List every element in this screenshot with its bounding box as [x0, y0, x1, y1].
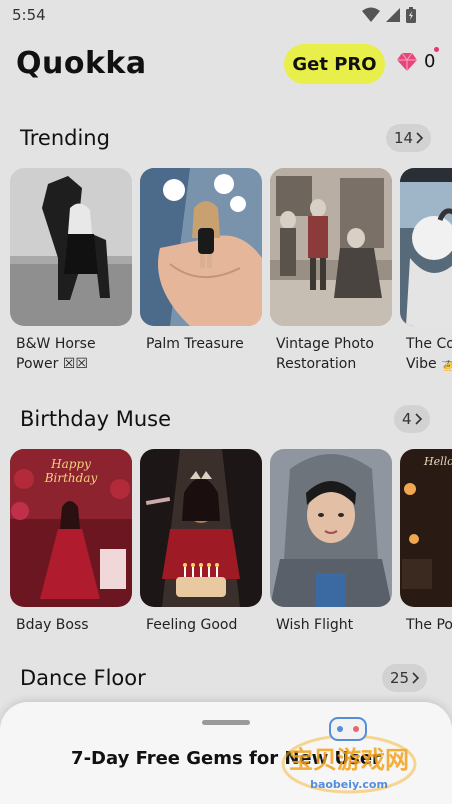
template-card[interactable]: Hello, a new The Po	[400, 449, 452, 635]
template-card[interactable]: Palm Treasure	[140, 168, 262, 374]
card-title: The Po	[406, 617, 452, 633]
card-thumbnail	[140, 449, 262, 607]
card-overlay-text: Hello, a new	[424, 455, 452, 468]
see-all-button[interactable]: 14	[386, 124, 432, 152]
card-title: Palm Treasure	[146, 336, 244, 352]
card-row: Happy Birthday Bday Boss Feeling Good Wi…	[10, 449, 452, 635]
card-title: Wish Flight	[276, 617, 354, 633]
section-title: Dance Floor	[20, 666, 146, 690]
card-title: Vintage Photo Restoration	[276, 336, 374, 372]
notification-dot	[434, 47, 439, 52]
template-card[interactable]: Wish Flight	[270, 449, 392, 635]
card-title: The Co Vibe 🚁	[406, 336, 452, 372]
template-card[interactable]: Feeling Good	[140, 449, 262, 635]
get-pro-button[interactable]: Get PRO	[284, 44, 385, 84]
template-card[interactable]: Happy Birthday Bday Boss	[10, 449, 132, 635]
card-overlay-text: Happy Birthday	[44, 457, 98, 485]
app-header: Quokka Get PRO 0	[0, 36, 452, 94]
template-card[interactable]: B&W Horse Power ☒☒	[10, 168, 132, 374]
see-all-button[interactable]: 4	[394, 405, 430, 433]
app-title: Quokka	[16, 46, 147, 81]
watermark-url: baobeiy.com	[310, 778, 388, 791]
template-card[interactable]: Vintage Photo Restoration	[270, 168, 392, 374]
status-time: 5:54	[12, 6, 46, 24]
status-icons	[362, 7, 416, 23]
card-row: B&W Horse Power ☒☒ Palm Treasure Vintage…	[10, 168, 452, 374]
wifi-icon	[362, 7, 380, 22]
chevron-right-icon	[416, 132, 424, 144]
battery-icon	[406, 7, 416, 23]
card-thumbnail: Hello, a new	[400, 449, 452, 607]
see-all-button[interactable]: 25	[382, 664, 428, 692]
gem-icon	[397, 52, 417, 71]
card-thumbnail	[140, 168, 262, 326]
card-thumbnail	[270, 168, 392, 326]
chevron-right-icon	[414, 413, 422, 425]
sheet-drag-handle[interactable]	[202, 720, 250, 725]
watermark-title: 宝贝游戏网	[289, 746, 409, 774]
section-title: Trending	[20, 126, 110, 150]
card-thumbnail	[270, 449, 392, 607]
card-title: Bday Boss	[16, 617, 89, 633]
template-card[interactable]: The Co Vibe 🚁	[400, 168, 452, 374]
count-label: 25	[390, 669, 410, 687]
card-title: B&W Horse Power ☒☒	[16, 336, 96, 372]
section-title: Birthday Muse	[20, 407, 172, 431]
count-label: 14	[394, 129, 414, 147]
gems-counter[interactable]: 0	[396, 47, 439, 72]
card-thumbnail	[10, 168, 132, 326]
card-title: Feeling Good	[146, 617, 238, 633]
watermark-logo: 宝贝游戏网 baobeiy.com	[276, 714, 422, 796]
gem-count: 0	[424, 51, 436, 72]
card-thumbnail	[400, 168, 452, 326]
status-bar: 5:54	[0, 0, 452, 32]
signal-icon	[386, 8, 400, 22]
card-thumbnail: Happy Birthday	[10, 449, 132, 607]
count-label: 4	[402, 410, 412, 428]
chevron-right-icon	[412, 672, 420, 684]
